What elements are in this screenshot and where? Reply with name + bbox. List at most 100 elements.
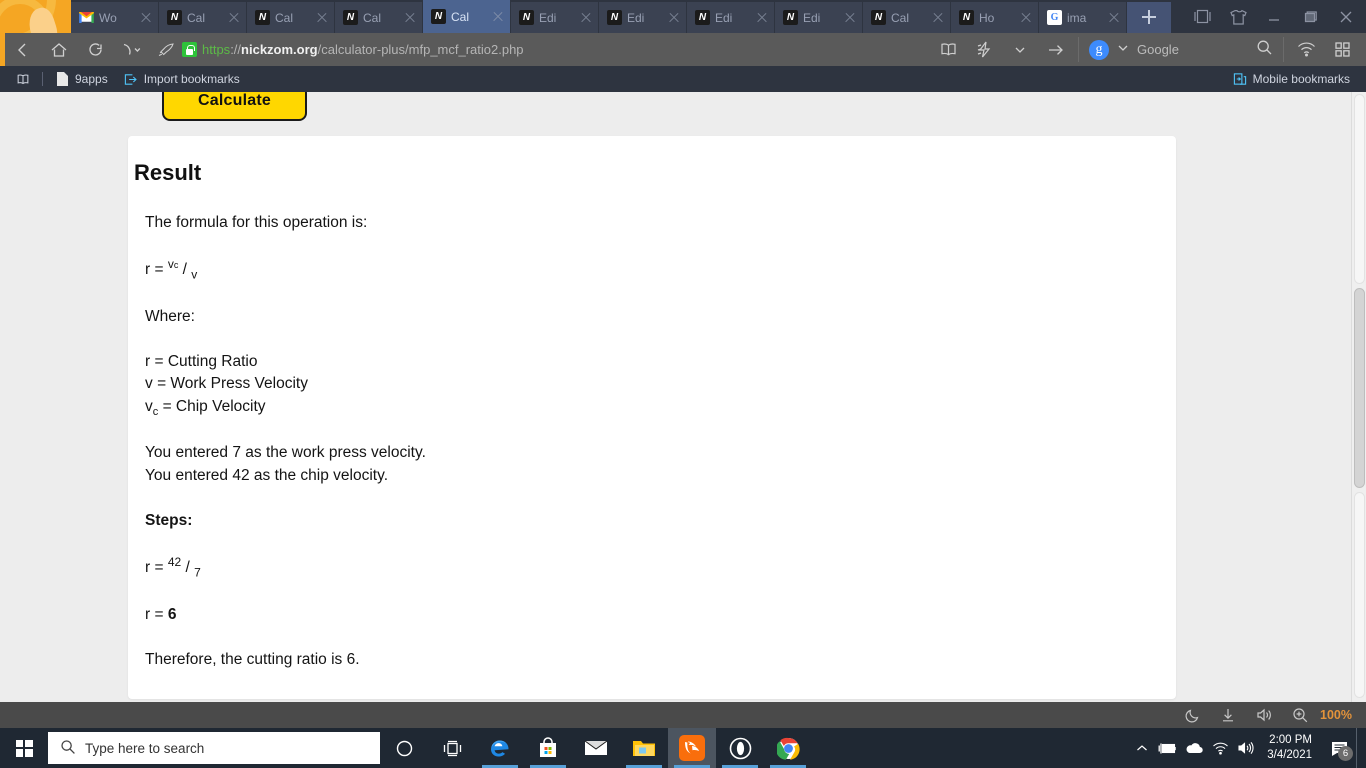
close-icon[interactable] bbox=[930, 10, 946, 26]
browser-tab[interactable]: N Edi bbox=[511, 2, 599, 33]
cortana-icon[interactable] bbox=[380, 728, 428, 768]
close-icon[interactable] bbox=[226, 10, 242, 26]
chevron-down-icon[interactable] bbox=[1002, 33, 1038, 66]
screen: Wo N Cal N Cal N Cal N Cal N Edi N Edi N… bbox=[0, 0, 1366, 768]
zoom-level[interactable]: 100% bbox=[1318, 708, 1358, 722]
answer-line: r = 6 bbox=[145, 604, 1176, 626]
minimize-icon[interactable] bbox=[1256, 0, 1292, 33]
night-mode-icon[interactable] bbox=[1174, 702, 1210, 728]
close-icon[interactable] bbox=[314, 10, 330, 26]
search-input[interactable]: Google bbox=[1137, 42, 1249, 57]
close-icon[interactable] bbox=[1328, 0, 1364, 33]
nickzom-icon: N bbox=[167, 10, 182, 25]
close-icon[interactable] bbox=[1018, 10, 1034, 26]
close-icon[interactable] bbox=[842, 10, 858, 26]
uc-browser-window: Wo N Cal N Cal N Cal N Cal N Edi N Edi N… bbox=[0, 0, 1366, 728]
step-lhs: r = bbox=[145, 559, 164, 577]
close-icon[interactable] bbox=[402, 10, 418, 26]
nickzom-icon: N bbox=[871, 10, 886, 25]
step-expression: r = 42 / 7 bbox=[145, 554, 1176, 582]
close-icon[interactable] bbox=[666, 10, 682, 26]
browser-tab[interactable]: N Edi bbox=[687, 2, 775, 33]
bookmark-label: Import bookmarks bbox=[143, 72, 240, 86]
browser-tab[interactable]: N Edi bbox=[775, 2, 863, 33]
file-explorer-icon[interactable] bbox=[620, 728, 668, 768]
tab-title: Cal bbox=[363, 10, 382, 25]
bookmark-import-bookmarks[interactable]: Import bookmarks bbox=[116, 66, 248, 92]
browser-tab[interactable]: N Cal bbox=[159, 2, 247, 33]
opera-icon[interactable] bbox=[716, 728, 764, 768]
back-icon[interactable] bbox=[5, 33, 41, 66]
browser-tab[interactable]: G ima bbox=[1039, 2, 1127, 33]
action-center-icon[interactable]: 6 bbox=[1322, 728, 1356, 768]
formula-denominator: v bbox=[191, 267, 198, 282]
browser-tab[interactable]: N Cal bbox=[247, 2, 335, 33]
window-controls bbox=[1184, 0, 1366, 33]
address-bar[interactable]: https://nickzom.org/calculator-plus/mfp_… bbox=[149, 33, 930, 66]
forward-menu-icon[interactable] bbox=[113, 33, 149, 66]
close-icon[interactable] bbox=[578, 10, 594, 26]
definition-item: r = Cutting Ratio bbox=[145, 351, 1176, 374]
browser-tab[interactable]: Wo bbox=[71, 2, 159, 33]
new-tab-button[interactable] bbox=[1127, 2, 1171, 33]
chevron-down-icon[interactable] bbox=[1116, 41, 1130, 59]
volume-icon[interactable] bbox=[1233, 728, 1259, 768]
onedrive-icon[interactable] bbox=[1181, 728, 1207, 768]
close-icon[interactable] bbox=[490, 9, 506, 25]
maximize-icon[interactable] bbox=[1292, 0, 1328, 33]
sidebar-toggle-icon[interactable] bbox=[1184, 0, 1220, 33]
reader-mode-icon[interactable] bbox=[930, 33, 966, 66]
scrollbar-thumb[interactable] bbox=[1354, 288, 1365, 488]
browser-tab[interactable]: N Edi bbox=[599, 2, 687, 33]
reading-list-icon[interactable] bbox=[8, 66, 38, 92]
microsoft-store-icon[interactable] bbox=[524, 728, 572, 768]
mail-icon[interactable] bbox=[572, 728, 620, 768]
reload-icon[interactable] bbox=[77, 33, 113, 66]
windows-start-icon[interactable] bbox=[0, 728, 48, 768]
network-icon[interactable] bbox=[1207, 728, 1233, 768]
navigation-bar: https://nickzom.org/calculator-plus/mfp_… bbox=[0, 33, 1366, 66]
battery-charging-icon[interactable] bbox=[1155, 728, 1181, 768]
wifi-icon[interactable] bbox=[1288, 33, 1324, 66]
search-icon[interactable] bbox=[1256, 39, 1273, 61]
zoom-in-icon[interactable] bbox=[1282, 702, 1318, 728]
search-box[interactable]: g Google bbox=[1078, 37, 1284, 62]
volume-icon[interactable] bbox=[1246, 702, 1282, 728]
arrow-right-icon[interactable] bbox=[1038, 33, 1074, 66]
theme-shirt-icon[interactable] bbox=[1220, 0, 1256, 33]
scrollbar-track-lower[interactable] bbox=[1354, 492, 1365, 698]
nickzom-icon: N bbox=[343, 10, 358, 25]
definition-subscript: c bbox=[152, 406, 159, 419]
close-icon[interactable] bbox=[138, 10, 154, 26]
apps-grid-icon[interactable] bbox=[1324, 33, 1360, 66]
page-scrollbar[interactable] bbox=[1351, 92, 1366, 702]
browser-tab[interactable]: N Ho bbox=[951, 2, 1039, 33]
show-desktop-button[interactable] bbox=[1356, 728, 1362, 768]
scrollbar-track-upper[interactable] bbox=[1354, 94, 1365, 284]
definition-symbol: r bbox=[145, 352, 151, 370]
system-tray: 2:00 PM 3/4/2021 6 bbox=[1129, 728, 1366, 768]
downloads-icon[interactable] bbox=[1210, 702, 1246, 728]
chrome-icon[interactable] bbox=[764, 728, 812, 768]
close-icon[interactable] bbox=[754, 10, 770, 26]
home-icon[interactable] bbox=[41, 33, 77, 66]
browser-tab-active[interactable]: N Cal bbox=[423, 0, 511, 33]
search-input[interactable]: Type here to search bbox=[48, 732, 380, 764]
clock[interactable]: 2:00 PM 3/4/2021 bbox=[1259, 733, 1322, 764]
mobile-bookmarks[interactable]: Mobile bookmarks bbox=[1225, 66, 1358, 92]
secure-lock-icon bbox=[182, 42, 197, 57]
show-hidden-icons-chevron[interactable] bbox=[1129, 728, 1155, 768]
close-icon[interactable] bbox=[1106, 10, 1122, 26]
uc-browser-icon[interactable] bbox=[668, 728, 716, 768]
edge-icon[interactable] bbox=[476, 728, 524, 768]
answer-value: 6 bbox=[167, 606, 177, 624]
browser-tab[interactable]: N Cal bbox=[335, 2, 423, 33]
speed-mode-icon[interactable] bbox=[966, 33, 1002, 66]
calculate-button[interactable]: Calculate bbox=[162, 92, 307, 121]
bookmark-9apps[interactable]: 9apps bbox=[47, 66, 116, 92]
bookmarks-bar: 9apps Import bookmarks Mobile bookmarks bbox=[0, 66, 1366, 92]
entered-line: You entered 7 as the work press velocity… bbox=[145, 444, 426, 462]
definition-text: = Work Press Velocity bbox=[157, 375, 308, 393]
browser-tab[interactable]: N Cal bbox=[863, 2, 951, 33]
task-view-icon[interactable] bbox=[428, 728, 476, 768]
